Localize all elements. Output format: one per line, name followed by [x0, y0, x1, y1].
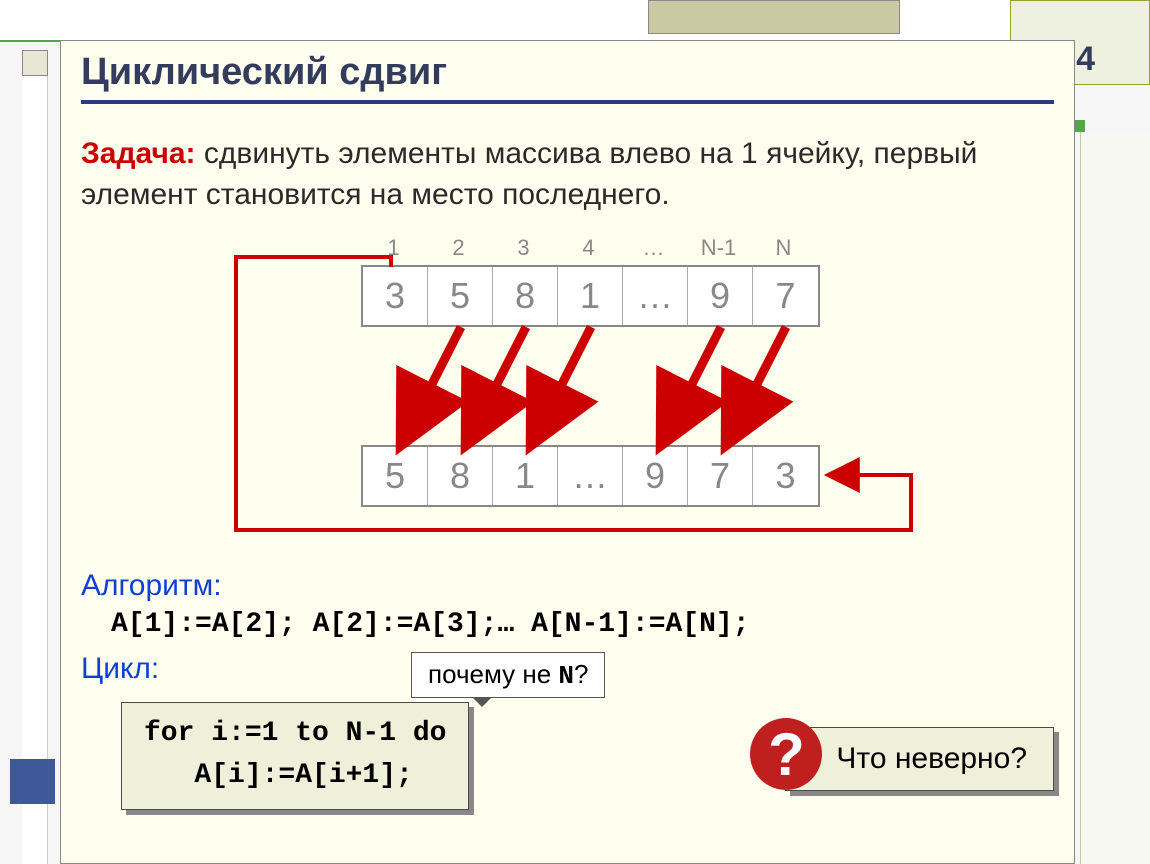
task-text: сдвинуть элементы массива влево на 1 яче… [81, 137, 977, 211]
left-decorative-sidebar [0, 42, 60, 864]
algorithm-label: Алгоритм: [81, 569, 1054, 603]
whats-wrong-text: Что неверно? [836, 742, 1027, 775]
slide-content: Циклический сдвиг Задача: сдвинуть элеме… [60, 40, 1075, 864]
callout-text: почему не [428, 659, 558, 689]
callout-n: N [558, 661, 574, 691]
shift-arrows [151, 235, 1051, 555]
whats-wrong-callout: ? Что неверно? [785, 727, 1054, 791]
title-underline [81, 100, 1054, 104]
task-description: Задача: сдвинуть элементы массива влево … [81, 134, 1054, 215]
why-not-n-callout: почему не N? [411, 652, 605, 698]
algorithm-code: A[1]:=A[2]; A[2]:=A[3];… A[N-1]:=A[N]; [111, 609, 1054, 640]
slide-title: Циклический сдвиг [81, 51, 1054, 100]
for-loop-code-box: for i:=1 to N-1 do A[i]:=A[i+1]; [121, 702, 469, 810]
decorative-top-bar [0, 0, 1150, 42]
right-decorative-sidebar [1080, 130, 1150, 864]
for-line-2: A[i]:=A[i+1]; [144, 755, 446, 797]
callout-suffix: ? [574, 659, 588, 689]
task-label: Задача: [81, 137, 196, 170]
question-mark-icon: ? [750, 718, 822, 790]
for-line-1: for i:=1 to N-1 do [144, 713, 446, 755]
shift-diagram: 1 2 3 4 … N-1 N 3 5 8 1 … 9 7 5 8 1 … 9 … [151, 235, 1054, 555]
bottom-row: почему не N? for i:=1 to N-1 do A[i]:=A[… [81, 692, 1054, 822]
